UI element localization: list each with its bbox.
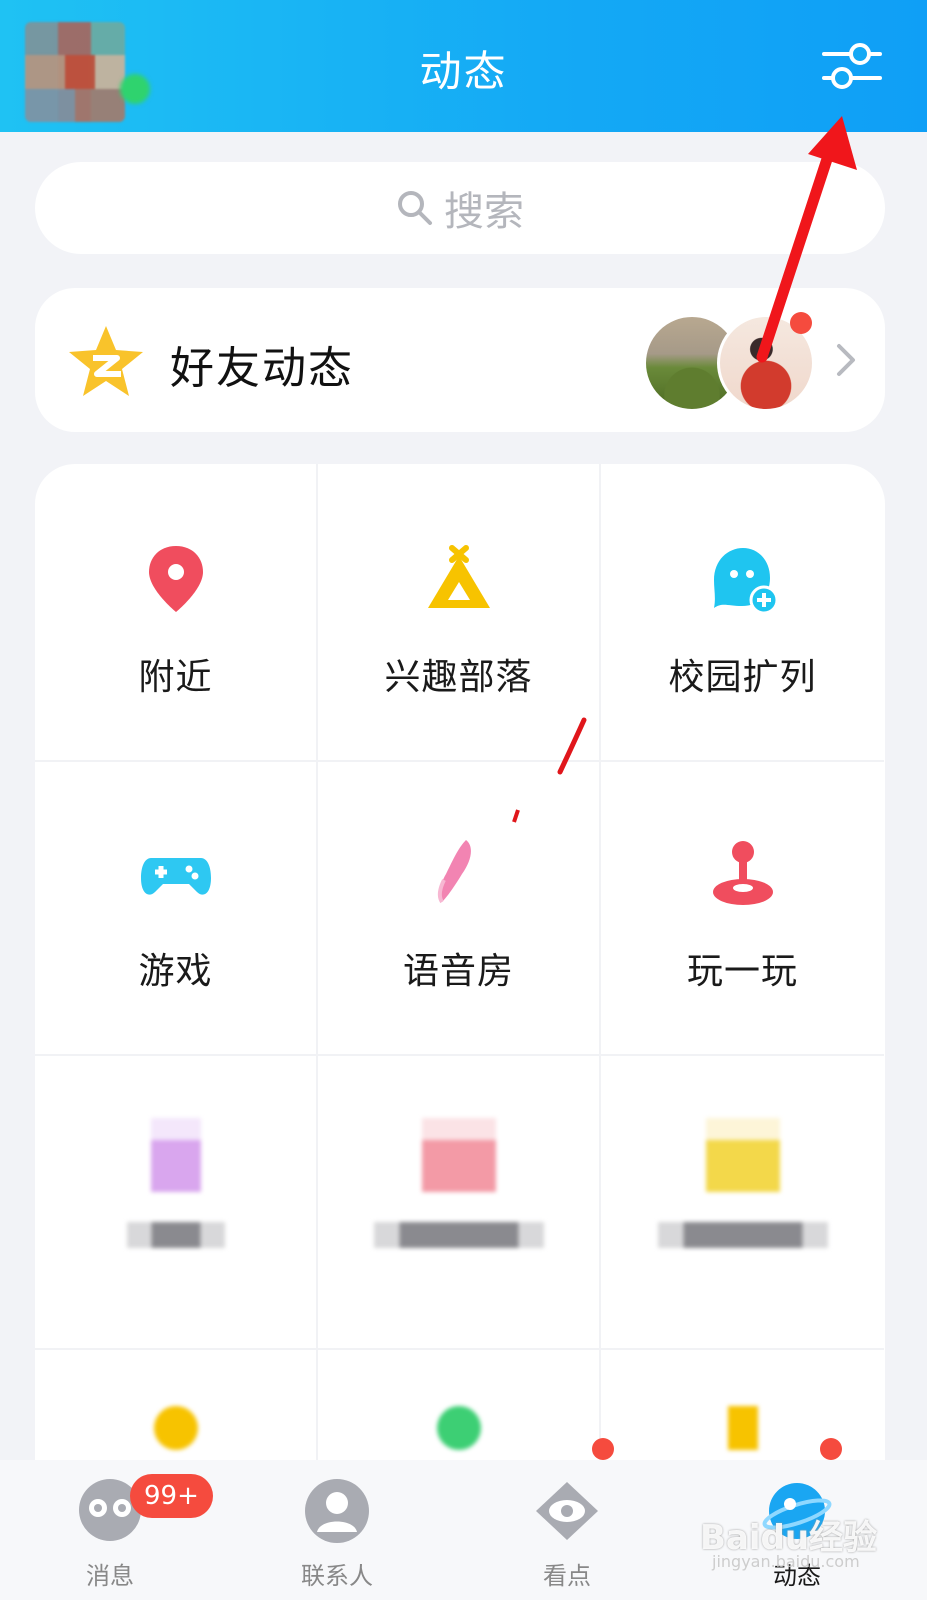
obscured-icon <box>727 1406 758 1450</box>
kandian-red-dot <box>592 1438 614 1460</box>
obscured-icon <box>421 1118 496 1192</box>
grid-item-partial[interactable] <box>318 1346 601 1464</box>
obscured-label <box>657 1222 828 1248</box>
grid-item-label: 附近 <box>138 657 213 698</box>
grid-item-label: 语音房 <box>402 951 514 992</box>
grid-item-campus[interactable]: 校园扩列 <box>601 464 884 762</box>
contacts-icon <box>305 1479 369 1543</box>
qzone-star-icon <box>69 326 143 396</box>
filter-settings-icon[interactable] <box>822 40 882 92</box>
search-placeholder: 搜索 <box>444 189 524 235</box>
obscured-icon <box>153 1406 198 1450</box>
feature-grid: 附近 兴趣部落 校园扩列 游戏 语音房 玩一玩 <box>35 464 885 1464</box>
grid-item-obscured[interactable] <box>318 1052 601 1350</box>
grid-item-tribe[interactable]: 兴趣部落 <box>318 464 601 762</box>
top-header: 动态 <box>0 0 927 132</box>
chevron-right-icon <box>837 344 855 376</box>
ghost-add-icon <box>713 548 778 615</box>
obscured-label <box>373 1222 544 1248</box>
tent-icon <box>427 545 490 608</box>
grid-item-voice-room[interactable]: 语音房 <box>318 758 601 1056</box>
unread-count-badge: 99+ <box>130 1474 213 1518</box>
dynamic-red-dot <box>820 1438 842 1460</box>
obscured-icon <box>705 1118 780 1192</box>
watermark-url: jingyan.baidu.com <box>712 1552 860 1571</box>
location-pin-icon <box>148 546 203 612</box>
grid-item-games[interactable]: 游戏 <box>35 758 318 1056</box>
grid-item-obscured[interactable] <box>601 1052 884 1350</box>
grid-item-label: 游戏 <box>138 951 213 992</box>
friends-feed-title: 好友动态 <box>170 343 354 394</box>
obscured-label <box>126 1222 225 1248</box>
friends-feed-card[interactable]: 好友动态 <box>35 288 885 432</box>
grid-item-partial[interactable] <box>35 1346 318 1464</box>
grid-item-label: 玩一玩 <box>686 951 798 992</box>
eye-icon <box>536 1482 598 1540</box>
grid-item-obscured[interactable] <box>35 1052 318 1350</box>
search-icon <box>398 191 432 225</box>
obscured-icon <box>436 1406 481 1450</box>
tab-label: 看点 <box>543 1562 591 1590</box>
grid-item-play[interactable]: 玩一玩 <box>601 758 884 1056</box>
grid-item-nearby[interactable]: 附近 <box>35 464 318 762</box>
microphone-icon <box>437 840 471 904</box>
obscured-icon <box>150 1118 201 1192</box>
new-update-dot <box>790 312 812 334</box>
grid-item-label: 校园扩列 <box>668 657 817 698</box>
tab-contacts[interactable]: 联系人 <box>262 1476 412 1596</box>
tab-label: 消息 <box>86 1562 134 1590</box>
tab-kandian[interactable]: 看点 <box>492 1476 642 1596</box>
joystick-icon <box>712 841 773 905</box>
page-title: 动态 <box>419 47 508 96</box>
tab-label: 联系人 <box>301 1562 373 1590</box>
grid-item-label: 兴趣部落 <box>384 657 533 698</box>
search-bar[interactable]: 搜索 <box>35 162 885 254</box>
gamepad-icon <box>140 858 211 895</box>
